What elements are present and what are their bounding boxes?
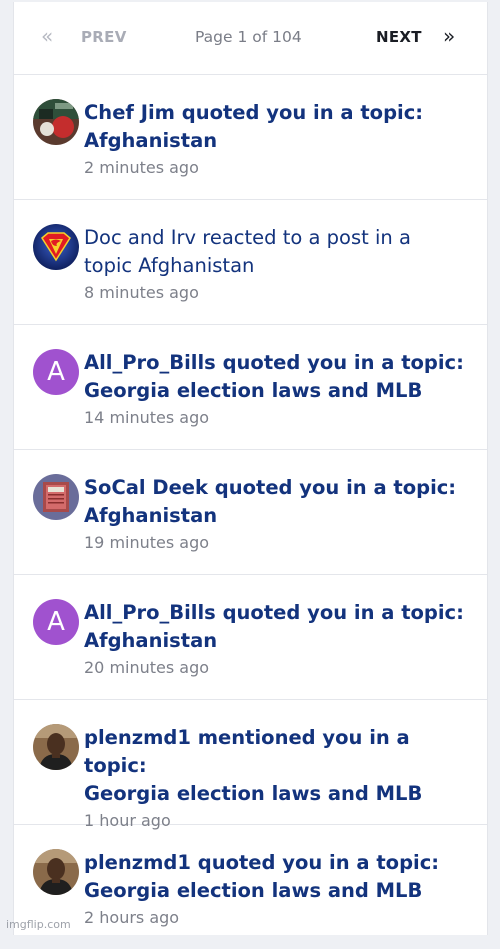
notification-item[interactable]: plenzmd1 quoted you in a topic: Georgia … — [14, 825, 487, 949]
page-indicator: Page 1 of 104 — [195, 28, 302, 46]
double-chevron-right-icon[interactable]: » — [443, 24, 455, 48]
notification-item[interactable]: A All_Pro_Bills quoted you in a topic: G… — [14, 325, 487, 450]
avatar[interactable] — [33, 224, 79, 270]
notification-time: 19 minutes ago — [84, 533, 210, 552]
avatar[interactable] — [33, 474, 79, 520]
notifications-panel: « PREV Page 1 of 104 NEXT » Chef Jim quo… — [13, 2, 488, 935]
notification-item[interactable]: A All_Pro_Bills quoted you in a topic: A… — [14, 575, 487, 700]
notification-time: 2 hours ago — [84, 908, 180, 927]
notification-title[interactable]: All_Pro_Bills quoted you in a topic: Geo… — [84, 349, 473, 405]
notification-item[interactable]: plenzmd1 mentioned you in a topic: Georg… — [14, 700, 487, 830]
notification-item[interactable]: SoCal Deek quoted you in a topic: Afghan… — [14, 450, 487, 575]
double-chevron-left-icon[interactable]: « — [41, 24, 53, 48]
avatar[interactable]: A — [33, 349, 79, 395]
notification-title[interactable]: Doc and Irv reacted to a post in a topic… — [84, 224, 473, 280]
next-button[interactable]: NEXT — [376, 28, 422, 46]
notification-title[interactable]: plenzmd1 mentioned you in a topic: Georg… — [84, 724, 473, 808]
avatar[interactable] — [33, 724, 79, 770]
avatar[interactable] — [33, 99, 79, 145]
notification-time: 14 minutes ago — [84, 408, 210, 427]
notification-time: 2 minutes ago — [84, 158, 199, 177]
notification-time: 20 minutes ago — [84, 658, 210, 677]
notification-item[interactable]: Chef Jim quoted you in a topic: Afghanis… — [14, 75, 487, 200]
notification-title[interactable]: Chef Jim quoted you in a topic: Afghanis… — [84, 99, 473, 155]
pagination-bar: « PREV Page 1 of 104 NEXT » — [14, 2, 487, 75]
notification-title[interactable]: SoCal Deek quoted you in a topic: Afghan… — [84, 474, 473, 530]
avatar[interactable]: A — [33, 599, 79, 645]
avatar[interactable] — [33, 849, 79, 895]
notification-title[interactable]: All_Pro_Bills quoted you in a topic: Afg… — [84, 599, 473, 655]
notification-item[interactable]: Doc and Irv reacted to a post in a topic… — [14, 200, 487, 325]
notification-time: 8 minutes ago — [84, 283, 199, 302]
notification-title[interactable]: plenzmd1 quoted you in a topic: Georgia … — [84, 849, 473, 905]
watermark: imgflip.com — [6, 918, 71, 931]
prev-button[interactable]: PREV — [81, 28, 127, 46]
